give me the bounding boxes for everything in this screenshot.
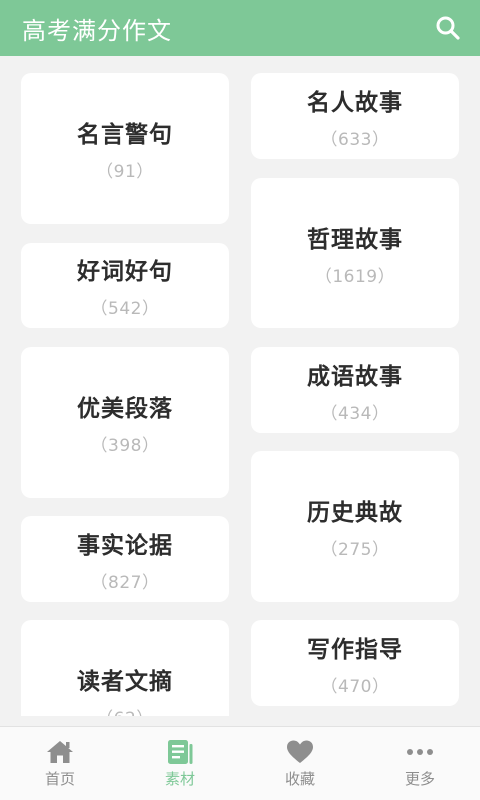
category-name: 哲理故事	[307, 226, 403, 253]
category-name: 事实论据	[77, 532, 173, 559]
category-card-writing-guidance[interactable]: 写作指导 （470）	[251, 620, 459, 706]
nav-item-favorites[interactable]: 收藏	[240, 727, 360, 800]
category-count: （398）	[90, 436, 160, 456]
category-count: （827）	[90, 572, 160, 593]
category-name: 好词好句	[77, 259, 173, 285]
category-card-good-words[interactable]: 好词好句 （542）	[21, 243, 229, 328]
nav-item-home[interactable]: 首页	[0, 727, 120, 800]
nav-label: 素材	[164, 770, 195, 788]
category-grid: 名言警句 （91） 好词好句 （542） 优美段落 （398） 事实论据 （82…	[0, 56, 480, 716]
category-name: 写作指导	[307, 636, 403, 663]
material-icon	[165, 738, 195, 766]
category-card-philosophy-stories[interactable]: 哲理故事 （1619）	[251, 178, 459, 328]
category-count: （91）	[96, 162, 154, 182]
nav-label: 更多	[404, 770, 435, 788]
home-icon	[45, 738, 75, 766]
nav-label: 首页	[44, 770, 75, 788]
category-name: 历史典故	[307, 500, 403, 526]
category-count: （275）	[320, 540, 390, 560]
app-title: 高考满分作文	[22, 16, 172, 45]
category-count: （470）	[320, 676, 390, 697]
category-name: 名人故事	[307, 89, 403, 116]
category-card-beautiful-paragraphs[interactable]: 优美段落 （398）	[21, 347, 229, 498]
category-count: （633）	[320, 129, 390, 150]
app-header: 高考满分作文	[0, 0, 480, 56]
category-card-idiom-stories[interactable]: 成语故事 （434）	[251, 347, 459, 433]
bottom-nav: 首页 素材 收藏 更多	[0, 726, 480, 800]
category-name: 成语故事	[307, 363, 403, 390]
nav-item-material[interactable]: 素材	[120, 727, 240, 800]
search-icon	[436, 16, 460, 40]
category-card-famous-quotes[interactable]: 名言警句 （91）	[21, 73, 229, 224]
nav-item-more[interactable]: 更多	[360, 727, 480, 800]
heart-icon	[285, 738, 315, 766]
category-card-celebrity-stories[interactable]: 名人故事 （633）	[251, 73, 459, 159]
category-count: （434）	[320, 403, 390, 424]
category-count: （62）	[96, 704, 154, 716]
category-card-readers-digest[interactable]: 读者文摘 （62）	[21, 620, 229, 716]
app-root: 高考满分作文 名言警句 （91） 好词好句 （542） 优美段落 （398） 事…	[0, 0, 480, 800]
category-card-historical-allusions[interactable]: 历史典故 （275）	[251, 451, 459, 602]
category-count: （542）	[90, 299, 160, 319]
category-card-factual-evidence[interactable]: 事实论据 （827）	[21, 516, 229, 602]
more-icon	[405, 738, 435, 766]
search-button[interactable]	[430, 10, 466, 46]
nav-label: 收藏	[284, 770, 315, 788]
category-count: （1619）	[314, 266, 396, 287]
category-name: 读者文摘	[77, 669, 173, 695]
category-name: 优美段落	[77, 396, 173, 422]
category-name: 名言警句	[77, 122, 173, 148]
